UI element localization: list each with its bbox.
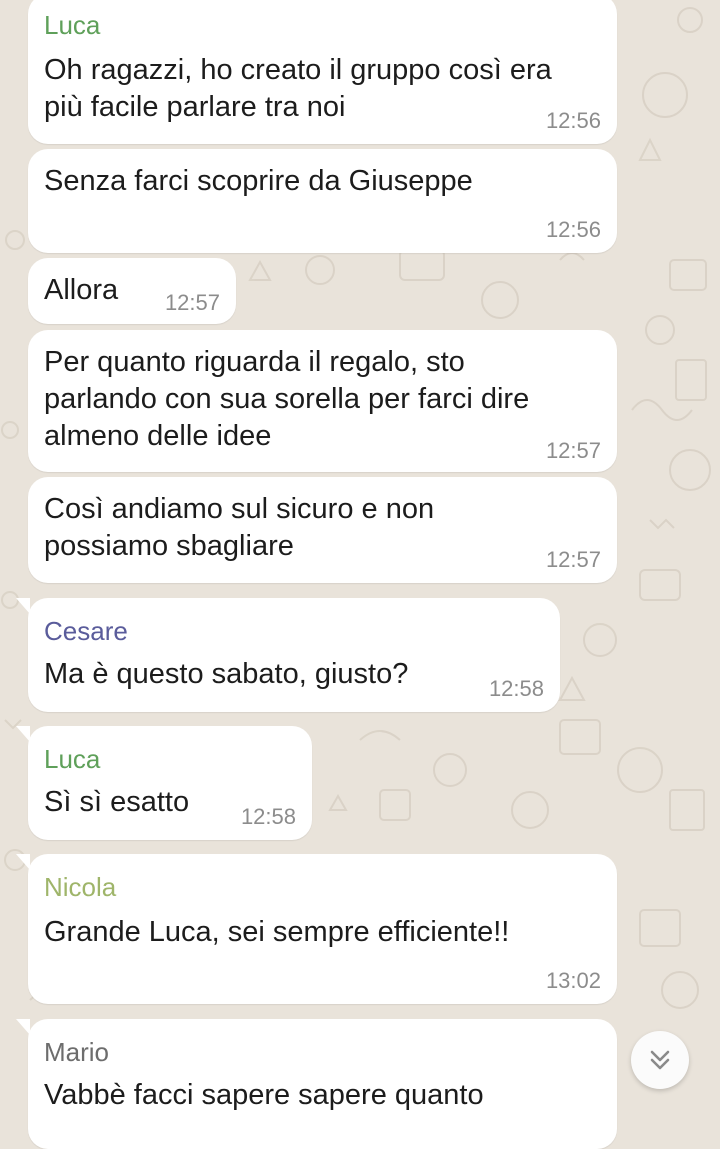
message-time: 12:56: [545, 217, 601, 242]
message-bubble[interactable]: Luca Sì sì esatto 12:58: [16, 726, 312, 840]
message-text: Così andiamo sul sicuro e non possiamo s…: [44, 493, 435, 562]
message-time: 12:57: [545, 547, 601, 572]
message-bubble[interactable]: Senza farci scoprire da Giuseppe 12:56: [28, 149, 617, 253]
message-bubble[interactable]: Mario Vabbè facci sapere sapere quanto: [16, 1019, 617, 1149]
message-text: Grande Luca, sei sempre efficiente!!: [44, 916, 510, 948]
message-time: 12:57: [164, 290, 220, 315]
bubble-tail: [16, 598, 30, 614]
sender-name[interactable]: Luca: [44, 744, 100, 775]
message-time: 12:58: [240, 804, 296, 829]
message-time: 13:02: [545, 968, 601, 993]
bubble-tail: [16, 726, 30, 742]
message-text: Ma è questo sabato, giusto?: [44, 658, 409, 690]
message-bubble[interactable]: Luca Oh ragazzi, ho creato il gruppo cos…: [28, 0, 617, 144]
message-bubble[interactable]: Cesare Ma è questo sabato, giusto? 12:58: [16, 598, 560, 712]
sender-name[interactable]: Cesare: [44, 616, 128, 647]
message-bubble[interactable]: Così andiamo sul sicuro e non possiamo s…: [28, 477, 617, 583]
message-text: Per quanto riguarda il regalo, sto parla…: [44, 346, 530, 452]
message-bubble[interactable]: Nicola Grande Luca, sei sempre efficient…: [16, 854, 617, 1004]
message-text: Senza farci scoprire da Giuseppe: [44, 165, 473, 197]
sender-name[interactable]: Mario: [44, 1037, 109, 1068]
message-time: 12:57: [545, 438, 601, 463]
sender-name[interactable]: Nicola: [44, 872, 116, 903]
bubble-tail: [16, 1019, 30, 1035]
message-bubble[interactable]: Per quanto riguarda il regalo, sto parla…: [28, 330, 617, 472]
message-bubble[interactable]: Allora 12:57: [28, 258, 236, 324]
message-text: Oh ragazzi, ho creato il gruppo così era…: [44, 54, 552, 123]
message-text: Vabbè facci sapere sapere quanto: [44, 1079, 484, 1111]
message-text: Allora: [44, 274, 119, 306]
message-time: 12:58: [488, 676, 544, 701]
sender-name[interactable]: Luca: [44, 10, 100, 41]
double-chevron-down-icon: [650, 1050, 670, 1070]
message-text: Sì sì esatto: [44, 786, 190, 818]
message-time: 12:56: [545, 108, 601, 133]
scroll-to-bottom-button[interactable]: [631, 1031, 689, 1089]
bubble-tail: [16, 854, 30, 870]
